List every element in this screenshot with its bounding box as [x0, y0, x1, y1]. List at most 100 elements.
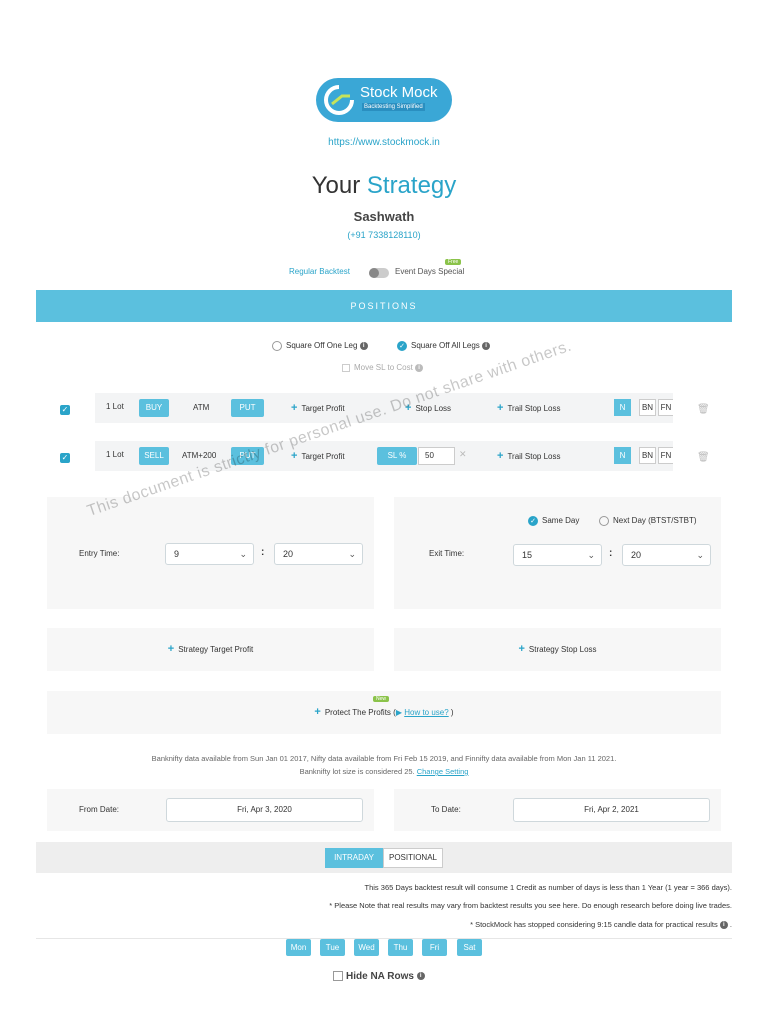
new-badge: New: [373, 696, 390, 702]
radio-icon[interactable]: [272, 341, 282, 351]
move-sl-to-cost[interactable]: Move SL to Cost i: [342, 363, 424, 372]
day-filter-sat[interactable]: Sat: [457, 939, 482, 956]
chevron-down-icon: ⌄: [587, 550, 595, 560]
strategy-stop-panel[interactable]: + Strategy Stop Loss: [394, 628, 721, 671]
exit-minute-select[interactable]: 20 ⌄: [622, 544, 711, 566]
lot-size-note: Banknifty lot size is considered 25. Cha…: [299, 767, 469, 776]
next-day-option[interactable]: Next Day (BTST/STBT): [599, 516, 697, 526]
hide-na-rows[interactable]: Hide NA Rows i: [333, 971, 425, 982]
index-nifty[interactable]: N: [614, 399, 631, 416]
same-day-option[interactable]: ✓ Same Day: [528, 516, 579, 526]
free-badge: Free: [445, 259, 462, 265]
info-icon: i: [415, 363, 424, 372]
page-title: Your Strategy: [311, 172, 457, 199]
checkbox-icon[interactable]: [333, 971, 343, 982]
trail-stop-loss-button[interactable]: + Trail Stop Loss: [497, 402, 561, 414]
leg-1-row: 1 Lot BUY ATM PUT + Target Profit + Stop L…: [95, 393, 673, 423]
tab-positional[interactable]: POSITIONAL: [383, 848, 443, 868]
candle-note: * StockMock has stopped considering 9:15…: [470, 920, 732, 930]
from-date-panel: From Date: Fri, Apr 3, 2020: [47, 789, 374, 831]
event-days-label[interactable]: Event Days Special: [395, 267, 464, 276]
sell-button[interactable]: SELL: [139, 447, 169, 465]
index-banknifty[interactable]: BN: [639, 399, 656, 416]
remove-sl-icon[interactable]: ✕: [459, 449, 467, 460]
logo-arrow-icon: [324, 85, 354, 115]
square-off-one-leg[interactable]: Square Off One Leg i: [272, 341, 368, 351]
plus-icon: +: [291, 402, 298, 414]
sl-percent-select[interactable]: SL %: [377, 447, 417, 465]
radio-checked-icon[interactable]: ✓: [397, 341, 407, 351]
divider: [36, 938, 732, 939]
data-availability-note: Banknifty data available from Sun Jan 01…: [151, 754, 617, 763]
day-filter-mon[interactable]: Mon: [286, 939, 311, 956]
index-nifty[interactable]: N: [614, 447, 631, 464]
to-date-panel: To Date: Fri, Apr 2, 2021: [394, 789, 721, 831]
change-setting-link[interactable]: Change Setting: [417, 767, 469, 776]
plus-icon: +: [314, 706, 321, 718]
strike-select[interactable]: ATM: [193, 403, 209, 412]
chevron-down-icon: ⌄: [239, 549, 247, 559]
trash-icon[interactable]: 🗑: [697, 404, 710, 415]
regular-backtest-label[interactable]: Regular Backtest: [289, 267, 350, 276]
radio-icon[interactable]: [599, 516, 609, 526]
info-icon: i: [719, 921, 728, 930]
buy-button[interactable]: BUY: [139, 399, 169, 417]
entry-hour-select[interactable]: 9 ⌄: [165, 543, 254, 565]
leg-1-checkbox[interactable]: ✓: [60, 405, 70, 415]
info-icon: i: [416, 972, 425, 981]
to-date-input[interactable]: Fri, Apr 2, 2021: [513, 798, 710, 822]
day-filter-tue[interactable]: Tue: [320, 939, 345, 956]
target-profit-button[interactable]: + Target Profit: [291, 402, 345, 414]
plus-icon: +: [405, 402, 412, 414]
stop-loss-button[interactable]: + Stop Loss: [405, 402, 451, 414]
real-results-note: * Please Note that real results may vary…: [329, 901, 732, 910]
strike-select[interactable]: ATM+200: [182, 451, 216, 460]
site-url[interactable]: https://www.stockmock.in: [0, 137, 768, 148]
user-phone: (+91 7338128110): [347, 230, 421, 240]
logo-title: Stock Mock: [360, 84, 438, 101]
exit-time-label: Exit Time:: [429, 549, 465, 558]
from-date-input[interactable]: Fri, Apr 3, 2020: [166, 798, 363, 822]
from-date-label: From Date:: [79, 805, 120, 814]
time-colon: :: [261, 547, 265, 558]
logo-tagline: Backtesting Simplified: [362, 103, 425, 111]
to-date-label: To Date:: [431, 805, 461, 814]
chevron-down-icon: ⌄: [696, 550, 704, 560]
index-finnifty[interactable]: FN: [658, 447, 673, 464]
sl-value-input[interactable]: 50: [418, 447, 455, 465]
play-icon: ▶: [395, 708, 402, 717]
day-filter-thu[interactable]: Thu: [388, 939, 413, 956]
info-icon: i: [482, 342, 491, 350]
trail-stop-loss-button[interactable]: + Trail Stop Loss: [497, 450, 561, 462]
index-banknifty[interactable]: BN: [639, 447, 656, 464]
put-button[interactable]: PUT: [231, 399, 264, 417]
entry-time-label: Entry Time:: [79, 549, 120, 558]
lot-stepper[interactable]: 1 Lot: [106, 450, 124, 459]
chevron-down-icon: ⌄: [348, 549, 356, 559]
day-filter-wed[interactable]: Wed: [354, 939, 379, 956]
lot-stepper[interactable]: 1 Lot: [106, 402, 124, 411]
entry-time-panel: Entry Time: 9 ⌄ : 20 ⌄: [47, 497, 374, 609]
radio-checked-icon[interactable]: ✓: [528, 516, 538, 526]
entry-minute-select[interactable]: 20 ⌄: [274, 543, 363, 565]
target-profit-button[interactable]: + Target Profit: [291, 450, 345, 462]
how-to-use-link[interactable]: How to use?: [404, 708, 448, 717]
mode-toggle[interactable]: [369, 268, 389, 278]
info-icon: i: [359, 342, 368, 350]
tab-intraday[interactable]: INTRADAY: [325, 848, 383, 868]
trash-icon[interactable]: 🗑: [697, 452, 710, 463]
positions-header: POSITIONS: [36, 290, 732, 322]
plus-icon: +: [291, 450, 298, 462]
strategy-target-panel[interactable]: + Strategy Target Profit: [47, 628, 374, 671]
checkbox-icon[interactable]: [342, 363, 350, 372]
plus-icon: +: [167, 643, 175, 655]
square-off-all-legs[interactable]: ✓ Square Off All Legs i: [397, 341, 491, 351]
exit-time-panel: ✓ Same Day Next Day (BTST/STBT) Exit Time…: [394, 497, 721, 609]
exit-hour-select[interactable]: 15 ⌄: [513, 544, 602, 566]
leg-2-checkbox[interactable]: ✓: [60, 453, 70, 463]
logo: Stock Mock Backtesting Simplified: [316, 78, 452, 122]
put-button[interactable]: PUT: [231, 447, 264, 465]
index-finnifty[interactable]: FN: [658, 399, 673, 416]
mode-tabs-bar: INTRADAY POSITIONAL: [36, 842, 732, 873]
day-filter-fri[interactable]: Fri: [422, 939, 447, 956]
